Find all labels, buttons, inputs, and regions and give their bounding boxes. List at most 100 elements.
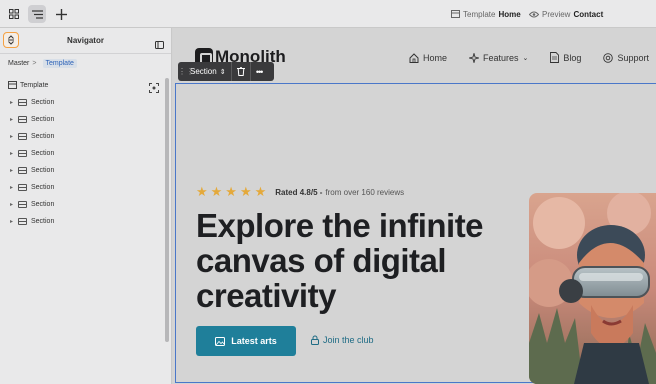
focus-icon (149, 83, 159, 93)
navigator-panel: Navigator Master > Template Template ▸ Se… (0, 28, 172, 384)
section-toolbar-label: Section (190, 67, 217, 76)
template-name: Home (498, 9, 521, 19)
caret-right-icon[interactable]: ▸ (10, 116, 18, 123)
tree-item-section[interactable]: ▸ Section (10, 131, 54, 141)
headline-line: Explore the infinite (196, 207, 484, 244)
trash-icon (236, 67, 245, 76)
tree-item-label: Section (31, 115, 55, 123)
menu-item-label: Blog (563, 52, 582, 63)
hero-headline: Explore the infinite canvas of digital c… (196, 208, 516, 313)
headline-line: canvas of digital (196, 242, 447, 279)
chevron-updown-icon: ⇕ (219, 68, 226, 76)
section-icon (18, 132, 27, 140)
section-icon (18, 166, 27, 174)
menu-item-home[interactable]: Home (409, 52, 447, 63)
menu-item-features[interactable]: Features ⌄ (469, 52, 528, 63)
section-icon (18, 115, 27, 123)
panel-icon (155, 41, 164, 49)
more-horizontal-icon: ••• (255, 66, 264, 77)
sparkle-icon (469, 52, 480, 63)
template-icon (8, 81, 17, 89)
tree-item-label: Section (31, 98, 55, 106)
menu-item-blog[interactable]: Blog (550, 52, 581, 63)
grid-icon (9, 9, 19, 19)
preview-selector[interactable]: Preview Contact (529, 0, 603, 28)
section-icon (18, 98, 27, 106)
navigator-toggle-button[interactable] (28, 5, 46, 23)
lifebuoy-icon (603, 52, 614, 63)
tree-item-label: Section (31, 132, 55, 140)
template-prefix: Template (463, 9, 496, 19)
section-type-selector[interactable]: Section ⇕ (190, 62, 232, 81)
tree-item-label: Section (31, 200, 55, 208)
preview-prefix: Preview (542, 9, 571, 19)
rating-reviews: from over 160 reviews (325, 187, 405, 197)
drag-handle-icon[interactable]: ⋮⋮ (178, 67, 194, 76)
headline-line: creativity (196, 277, 336, 314)
hero-artwork-image (529, 193, 656, 384)
site-menu: Home Features ⌄ Blog Support (409, 52, 656, 63)
caret-right-icon[interactable]: ▸ (10, 133, 18, 140)
preview-name: Contact (573, 9, 604, 19)
rating-row: ★★★★★ Rated 4.8/5 - from over 160 review… (196, 184, 404, 200)
tree-root-label: Template (20, 81, 49, 89)
delete-button[interactable] (232, 62, 250, 81)
rating-stars: ★★★★★ (196, 184, 270, 199)
tree-item-label: Section (31, 183, 55, 191)
eye-icon (529, 11, 539, 17)
plus-icon (55, 8, 67, 20)
caret-right-icon[interactable]: ▸ (10, 218, 18, 225)
join-label: Join the club (323, 335, 374, 345)
focus-button[interactable] (149, 80, 159, 98)
section-icon (18, 183, 27, 191)
tree-item-section[interactable]: ▸ Section (10, 97, 54, 107)
navigator-header: Navigator (0, 28, 171, 54)
join-club-link[interactable]: Join the club (311, 335, 374, 345)
tree-item-section[interactable]: ▸ Section (10, 216, 54, 226)
breadcrumb-current[interactable]: Template (42, 59, 77, 68)
list-icon (31, 9, 43, 19)
caret-right-icon[interactable]: ▸ (10, 167, 18, 174)
section-toolbar: ⋮⋮ Section ⇕ ••• (178, 62, 274, 81)
breadcrumb-root[interactable]: Master (8, 60, 29, 67)
tree-item-label: Section (31, 166, 55, 174)
cta-label: Latest arts (231, 336, 277, 346)
section-icon (18, 200, 27, 208)
menu-item-label: Features (483, 52, 519, 63)
latest-arts-button[interactable]: Latest arts (196, 326, 296, 356)
top-bar: Template Home Preview Contact (0, 0, 656, 28)
navigator-title: Navigator (67, 36, 104, 45)
menu-item-label: Home (423, 52, 448, 63)
collapse-panel-button[interactable] (155, 36, 164, 54)
template-icon (451, 10, 460, 18)
caret-right-icon[interactable]: ▸ (10, 184, 18, 191)
tree-item-section[interactable]: ▸ Section (10, 165, 54, 175)
tree-item-section[interactable]: ▸ Section (10, 114, 54, 124)
navigator-scrollbar[interactable] (165, 78, 169, 342)
tree-root-template[interactable]: Template (8, 81, 48, 89)
chevron-right-icon: > (32, 60, 37, 67)
add-button[interactable] (52, 5, 70, 23)
breadcrumb: Master > Template (8, 59, 77, 68)
image-icon (215, 336, 226, 346)
rating-score: Rated 4.8/5 - (275, 187, 323, 197)
grid-view-button[interactable] (5, 5, 23, 23)
document-icon (550, 52, 560, 63)
template-selector[interactable]: Template Home (451, 0, 521, 28)
tree-item-label: Section (31, 149, 55, 157)
home-icon (409, 52, 419, 63)
tree-item-section[interactable]: ▸ Section (10, 182, 54, 192)
tree-item-label: Section (31, 217, 55, 225)
chevron-down-icon: ⌄ (522, 54, 529, 62)
caret-right-icon[interactable]: ▸ (10, 99, 18, 106)
lock-icon (311, 335, 319, 345)
caret-right-icon[interactable]: ▸ (10, 201, 18, 208)
caret-right-icon[interactable]: ▸ (10, 150, 18, 157)
more-options-button[interactable]: ••• (249, 62, 268, 81)
tree-item-section[interactable]: ▸ Section (10, 148, 54, 158)
tree-item-section[interactable]: ▸ Section (10, 199, 54, 209)
canvas: Monolith Home Features ⌄ Blog Support ⋮⋮… (173, 28, 656, 384)
menu-item-support[interactable]: Support (603, 52, 649, 63)
section-icon (18, 217, 27, 225)
section-icon (18, 149, 27, 157)
